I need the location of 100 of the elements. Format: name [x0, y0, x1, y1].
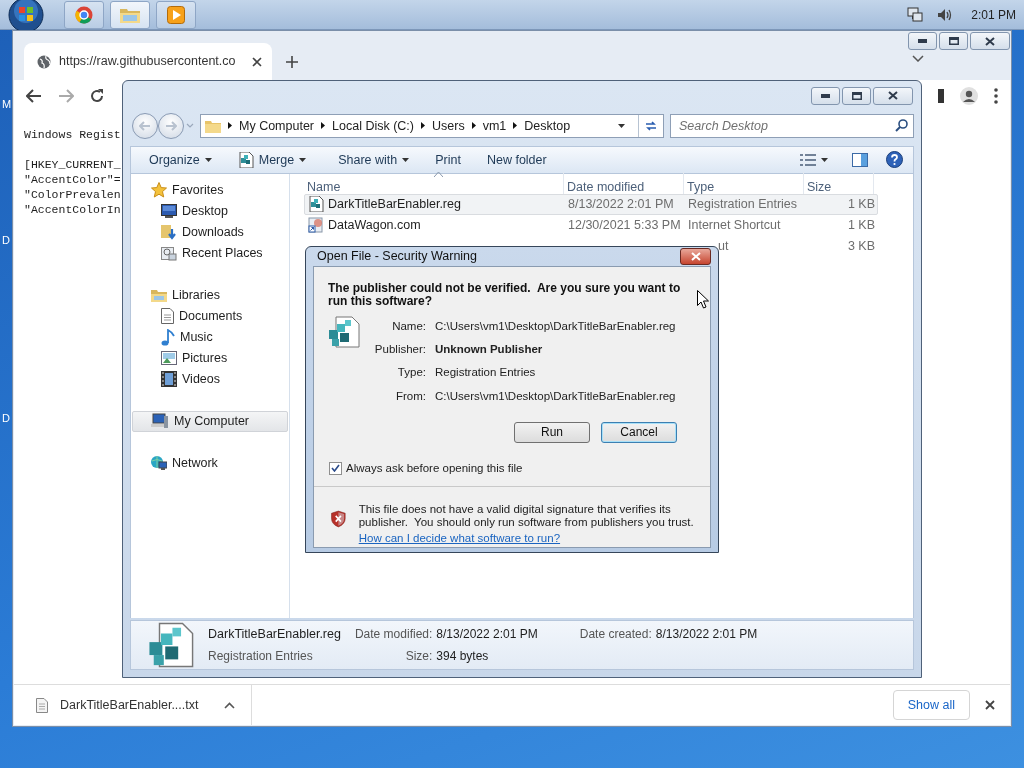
- toolbar-button[interactable]: Share with: [330, 148, 418, 172]
- music-note-icon: [161, 328, 175, 346]
- run-button[interactable]: Run: [514, 421, 590, 443]
- nav-item[interactable]: Pictures: [132, 347, 288, 369]
- close-icon: [985, 700, 995, 710]
- file-size: 1 KB: [847, 218, 875, 233]
- column-header[interactable]: Name: [304, 171, 564, 194]
- separator-icon: [421, 122, 425, 130]
- tab-list-button[interactable]: [912, 55, 924, 62]
- column-header[interactable]: Size: [804, 171, 874, 194]
- registry-icon: [237, 151, 254, 168]
- profile-button[interactable]: [960, 86, 978, 105]
- tab-title: https://raw.githubusercontent.co: [59, 53, 237, 71]
- code-line: Windows Regist: [24, 127, 121, 142]
- minimize-button[interactable]: [908, 32, 937, 50]
- maximize-button[interactable]: [842, 86, 871, 105]
- file-type: Registration Entries: [208, 648, 314, 666]
- minimize-button[interactable]: [811, 86, 840, 105]
- toolbar-icon: [938, 88, 944, 103]
- close-button[interactable]: [970, 32, 1010, 50]
- minimize-icon: [821, 93, 830, 98]
- separator-icon: [513, 122, 518, 130]
- file-type: Internet Shortcut: [688, 218, 781, 233]
- close-button[interactable]: [873, 86, 913, 105]
- breadcrumb-item[interactable]: Desktop: [524, 116, 571, 136]
- browser-tab[interactable]: https://raw.githubusercontent.co: [24, 43, 272, 80]
- back-button[interactable]: [26, 88, 42, 103]
- reload-button[interactable]: [90, 88, 104, 103]
- column-header[interactable]: Type: [684, 171, 804, 194]
- arrow-right-icon: [58, 88, 74, 103]
- breadcrumb-item[interactable]: My Computer: [239, 116, 315, 136]
- cancel-button[interactable]: Cancel: [601, 421, 677, 443]
- check-icon: [331, 464, 340, 473]
- file-size: 1 KB: [847, 197, 875, 212]
- computer-icon: [151, 413, 169, 430]
- breadcrumb-item[interactable]: vm1: [482, 116, 507, 136]
- arrow-left-icon: [139, 120, 151, 131]
- address-bar[interactable]: My Computer Local Disk (C:) Users vm1 Desktop: [200, 113, 664, 138]
- column-header[interactable]: Date modified: [564, 171, 684, 194]
- registry-file-icon: [148, 622, 194, 669]
- caret-icon: [299, 157, 307, 162]
- toolbar-button[interactable]: Merge: [229, 148, 315, 172]
- nav-item[interactable]: Desktop: [132, 200, 288, 222]
- search-field[interactable]: Search Desktop: [670, 113, 914, 138]
- maximize-button[interactable]: [939, 32, 968, 50]
- field-label: Type:: [396, 365, 426, 381]
- download-file-name[interactable]: DarkTitleBarEnabler....txt: [60, 695, 199, 715]
- nav-item[interactable]: Libraries: [132, 284, 288, 306]
- search-icon: [895, 118, 908, 132]
- desktop-icon-label[interactable]: M: [2, 96, 12, 113]
- help-link[interactable]: How can I decide what software to run?: [358, 532, 561, 544]
- field-value: C:\Users\vm1\Desktop\DarkTitleBarEnabler.reg: [435, 388, 676, 404]
- speaker-icon: [937, 7, 954, 22]
- arrow-left-icon: [26, 88, 42, 103]
- address-dropdown-button[interactable]: [618, 123, 625, 128]
- chevron-up-icon: [224, 701, 236, 709]
- field-label: Date modified:: [354, 626, 433, 644]
- close-download-bar-button[interactable]: [985, 700, 995, 710]
- folder-icon: [205, 118, 221, 133]
- file-type: Registration Entries: [688, 197, 798, 212]
- mouse-pointer-icon: [697, 290, 709, 309]
- nav-item[interactable]: Favorites: [132, 179, 288, 201]
- nav-item[interactable]: Network: [132, 452, 288, 474]
- file-row[interactable]: DataWagon.com 12/30/2021 5:33 PM Internet Shortcut 1 KB: [304, 214, 878, 236]
- desktop-icon-label[interactable]: D: [2, 410, 10, 427]
- file-size: 3 KB: [847, 239, 875, 254]
- nav-item[interactable]: Documents: [132, 305, 288, 327]
- help-button[interactable]: [886, 151, 903, 169]
- show-all-button[interactable]: Show all: [892, 689, 970, 721]
- file-name: DarkTitleBarEnabler.reg: [328, 196, 461, 214]
- toolbar-button[interactable]: Print: [427, 148, 469, 172]
- checkbox[interactable]: [329, 461, 342, 475]
- close-icon: [690, 251, 701, 261]
- download-options-button[interactable]: [224, 701, 236, 709]
- field-value: Unknown Publisher: [435, 342, 544, 357]
- nav-item[interactable]: Downloads: [132, 221, 288, 243]
- breadcrumb-item[interactable]: Local Disk (C:): [332, 116, 414, 136]
- menu-button[interactable]: [994, 87, 998, 104]
- toolbar-button[interactable]: Organize: [141, 148, 220, 172]
- close-button[interactable]: [680, 247, 711, 265]
- clock: 2:01 PM: [971, 6, 1016, 24]
- field-label: Size:: [404, 648, 433, 666]
- nav-item[interactable]: Videos: [132, 368, 288, 390]
- start-button[interactable]: [8, 0, 44, 33]
- nav-item[interactable]: Music: [132, 326, 288, 348]
- checkbox-label: Always ask before opening this file: [346, 460, 523, 476]
- desktop-icon-label[interactable]: D: [2, 232, 10, 249]
- file-row[interactable]: DarkTitleBarEnabler.reg 8/13/2022 2:01 PM Registration Entries 1 KB: [304, 193, 878, 215]
- plus-icon: [286, 55, 298, 68]
- taskbar-button[interactable]: [156, 0, 196, 29]
- registry-file-icon: [308, 196, 324, 213]
- field-value: 8/13/2022 2:01 PM: [436, 626, 538, 644]
- breadcrumb-item[interactable]: Users: [432, 116, 465, 136]
- tab-close-button[interactable]: [252, 56, 262, 67]
- taskbar-button[interactable]: [64, 0, 104, 29]
- toolbar-button[interactable]: New folder: [478, 148, 555, 172]
- preview-pane-button[interactable]: [852, 152, 868, 167]
- separator-icon: [228, 122, 232, 130]
- nav-item[interactable]: Recent Places: [132, 242, 288, 264]
- nav-item[interactable]: My Computer: [132, 410, 288, 432]
